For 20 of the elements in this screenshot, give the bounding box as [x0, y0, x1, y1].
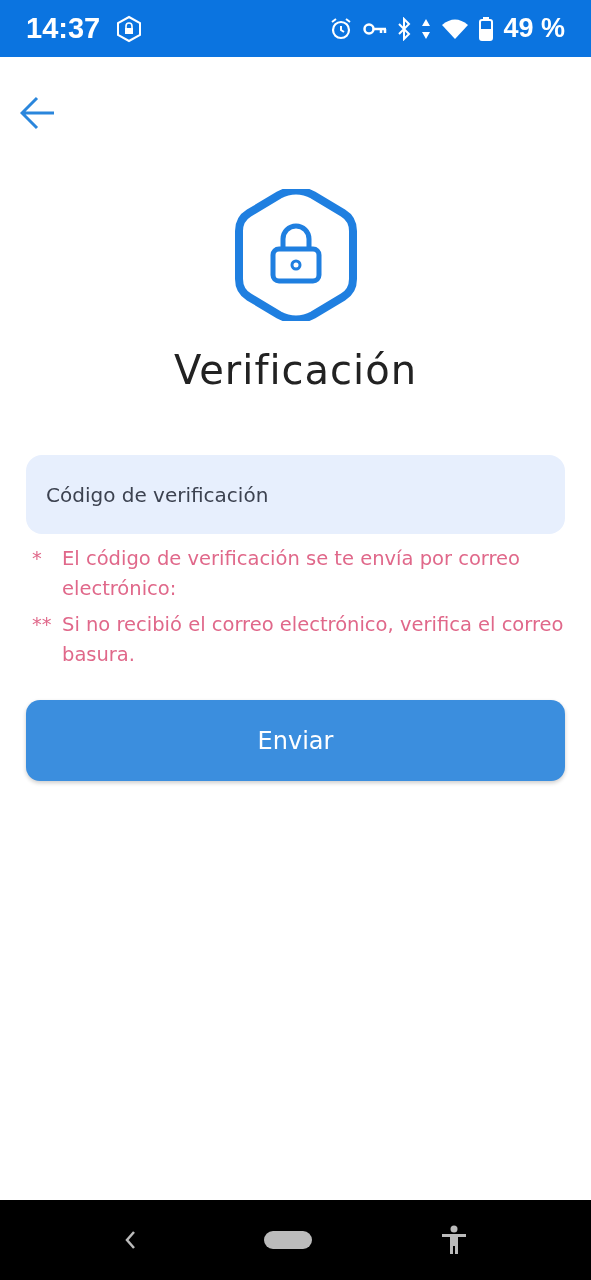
shield-lock-icon [116, 14, 143, 43]
padlock-hexagon-icon [234, 189, 357, 321]
home-pill-icon [264, 1231, 313, 1249]
battery-icon [479, 16, 494, 41]
note-marker: ** [32, 612, 53, 638]
battery-percent: 49 % [503, 13, 565, 44]
chevron-left-icon [124, 1230, 137, 1250]
key-icon [363, 21, 388, 36]
back-arrow-icon [20, 95, 56, 131]
status-time: 14:37 [26, 12, 101, 45]
note-marker: * [32, 546, 43, 572]
accessibility-icon [440, 1225, 467, 1255]
wifi-icon [441, 17, 470, 40]
note-text: El código de verificación se te envía por correo electrónico: [62, 546, 522, 602]
data-arrows-icon [421, 17, 432, 40]
submit-button[interactable]: Enviar [26, 700, 565, 781]
page-title: Verificación [173, 347, 418, 393]
bluetooth-icon [397, 16, 412, 41]
note-text: Si no recibió el correo electrónico, verifica el correo basura. [62, 612, 565, 668]
verification-code-field[interactable]: Código de verificación [26, 455, 565, 534]
